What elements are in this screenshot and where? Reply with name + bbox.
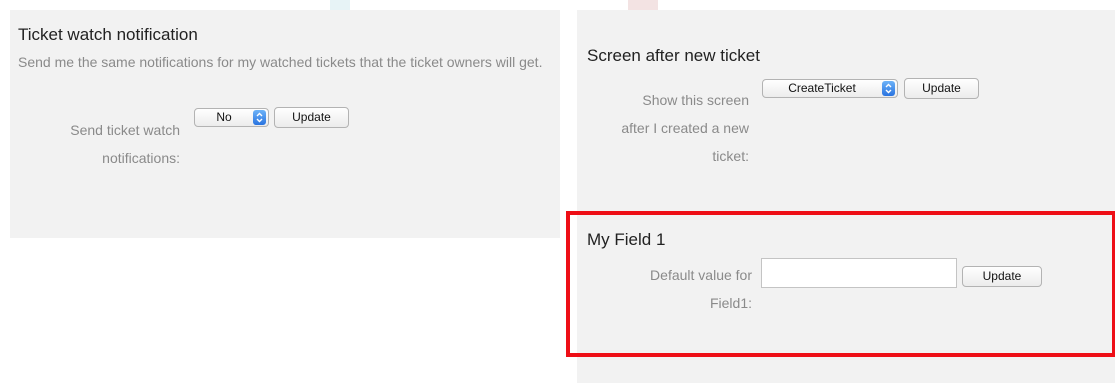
panel-title: My Field 1 <box>587 230 666 249</box>
label-line: notifications: <box>102 150 180 166</box>
chevron-updown-icon <box>253 110 266 125</box>
panel-title: Screen after new ticket <box>587 46 760 65</box>
default-value-label: Default value for Field1: <box>577 261 752 317</box>
update-button[interactable]: Update <box>904 78 979 99</box>
default-value-field1-input[interactable] <box>761 258 957 288</box>
label-line: Send ticket watch <box>70 122 180 138</box>
label-line: Show this screen <box>642 92 749 108</box>
label-line: Field1: <box>709 295 752 311</box>
label-line: Default value for <box>650 267 752 283</box>
label-line: ticket: <box>712 148 749 164</box>
update-button[interactable]: Update <box>274 107 349 128</box>
send-ticket-watch-label: Send ticket watch notifications: <box>10 116 180 172</box>
select-value: No <box>216 110 232 124</box>
panel-description: Send me the same notifications for my wa… <box>18 54 543 70</box>
select-value: CreateTicket <box>788 81 856 95</box>
screen-after-new-ticket-select[interactable]: CreateTicket <box>762 79 898 98</box>
chevron-updown-icon <box>882 81 895 96</box>
label-line: after I created a new <box>621 120 749 136</box>
update-button[interactable]: Update <box>962 266 1042 287</box>
panel-title: Ticket watch notification <box>18 25 198 44</box>
my-field-1-panel: My Field 1 Default value for Field1: Upd… <box>577 210 1115 383</box>
ticket-watch-notification-panel: Ticket watch notification Send me the sa… <box>10 10 560 238</box>
send-ticket-watch-select[interactable]: No <box>194 108 269 127</box>
show-this-screen-label: Show this screen after I created a new t… <box>577 86 749 170</box>
screen-after-new-ticket-panel: Screen after new ticket Show this screen… <box>577 10 1115 210</box>
